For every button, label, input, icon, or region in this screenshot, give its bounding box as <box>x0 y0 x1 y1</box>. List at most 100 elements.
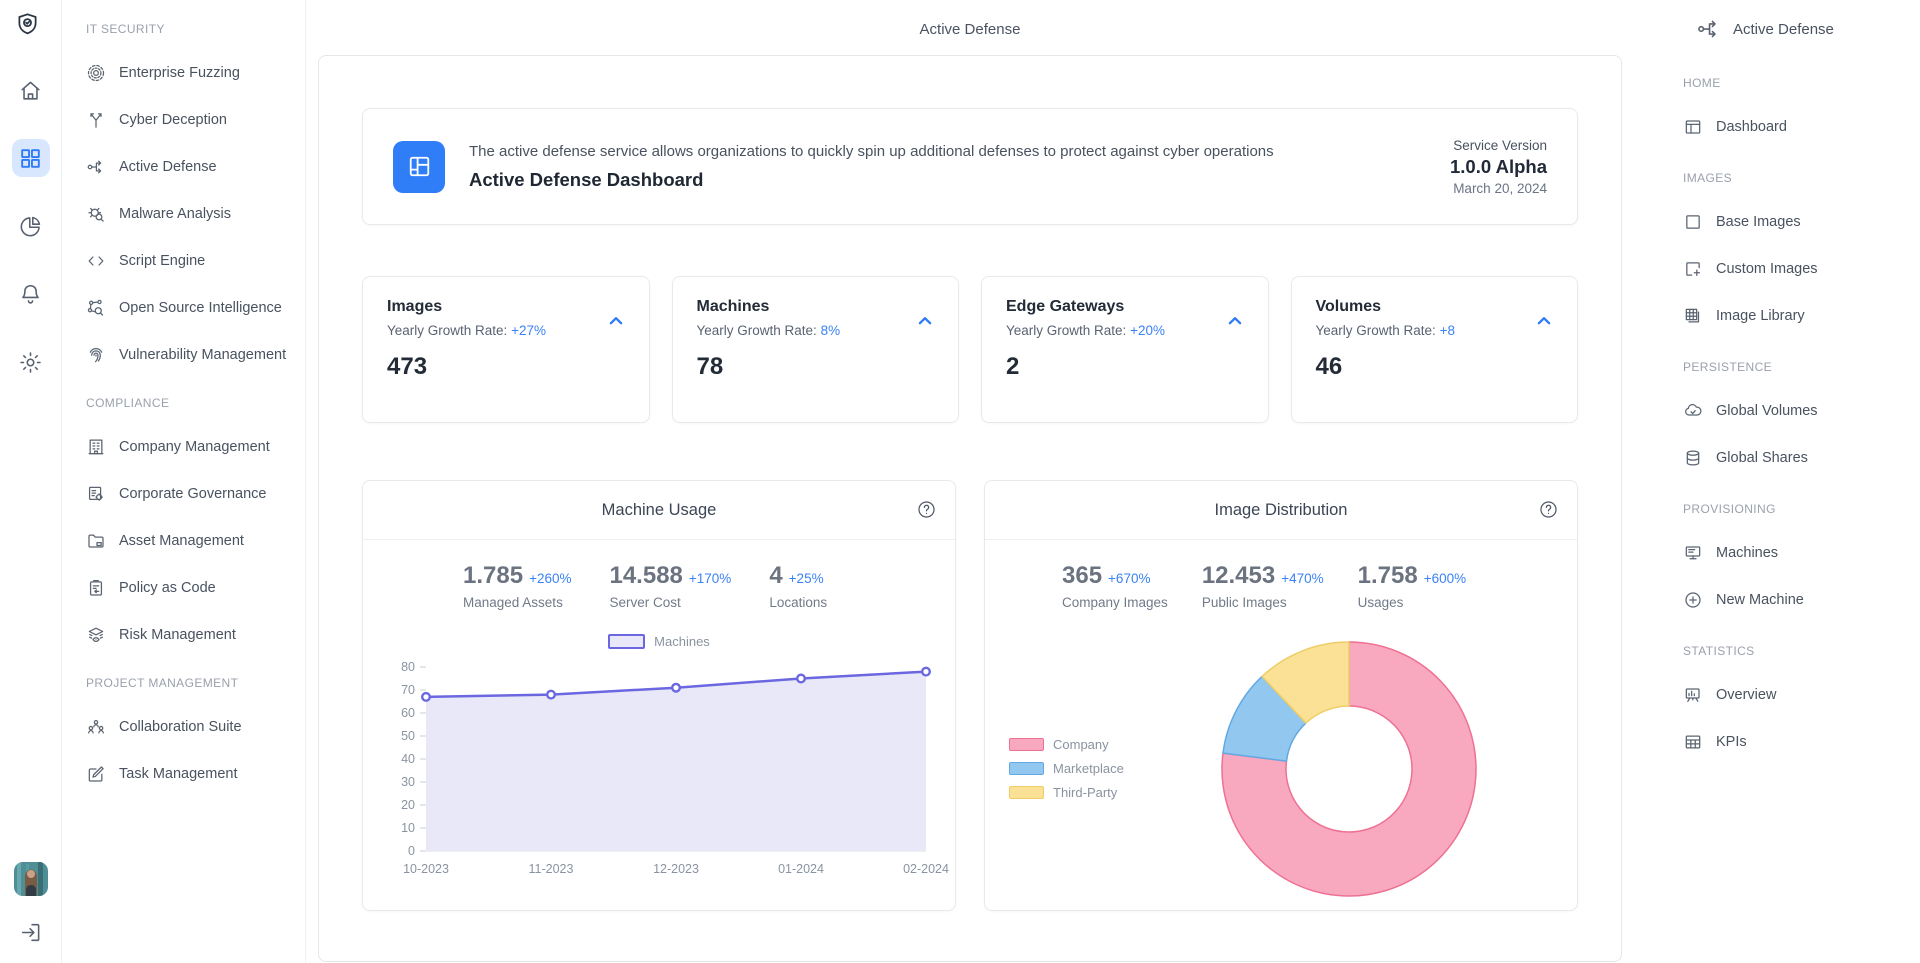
sidebar-item-risk-management[interactable]: Risk Management <box>86 625 305 645</box>
stat-label: Public Images <box>1202 595 1324 610</box>
nav-item-label: Collaboration Suite <box>119 719 242 735</box>
nav-item-label: Custom Images <box>1716 261 1818 277</box>
stat-value: 1.758+600% <box>1358 562 1466 590</box>
stat-cards-row: ImagesYearly Growth Rate: +27%473 Machine… <box>362 276 1578 423</box>
home-icon[interactable] <box>12 71 50 109</box>
svg-text:80: 80 <box>401 660 415 674</box>
legend-item-marketplace[interactable]: Marketplace <box>1009 761 1124 776</box>
fingerprint-icon <box>86 345 106 365</box>
gear-icon <box>18 350 43 375</box>
apps-grid-icon[interactable] <box>12 139 50 177</box>
right-nav-item-machines[interactable]: Machines <box>1683 543 1920 563</box>
stat-card-title: Machines <box>697 298 935 316</box>
right-nav-item-global-volumes[interactable]: Global Volumes <box>1683 401 1920 421</box>
nav-item-label: Open Source Intelligence <box>119 300 282 316</box>
help-icon[interactable] <box>1538 499 1559 520</box>
dashboard-tile-icon <box>393 141 445 193</box>
right-sidebar-brand[interactable]: Active Defense <box>1696 16 1920 42</box>
sidebar-item-cyber-deception[interactable]: Cyber Deception <box>86 110 305 130</box>
sidebar-item-task-management[interactable]: Task Management <box>86 764 305 784</box>
right-nav-section-home: HOME <box>1683 76 1920 90</box>
nav-item-label: KPIs <box>1716 734 1747 750</box>
logout-icon[interactable] <box>12 913 50 951</box>
stat-card-growth-value: 8% <box>821 323 841 338</box>
legend-item-third-party[interactable]: Third-Party <box>1009 785 1124 800</box>
nav-item-label: Risk Management <box>119 627 236 643</box>
chevron-up-icon[interactable] <box>914 310 936 332</box>
right-nav-item-global-shares[interactable]: Global Shares <box>1683 448 1920 468</box>
stat-label: Usages <box>1358 595 1466 610</box>
sidebar-item-vulnerability-management[interactable]: Vulnerability Management <box>86 345 305 365</box>
sidebar-item-company-management[interactable]: Company Management <box>86 437 305 457</box>
nav-item-label: Cyber Deception <box>119 112 227 128</box>
stat-card-edge-gateways: Edge GatewaysYearly Growth Rate: +20%2 <box>981 276 1269 423</box>
right-sidebar: Active Defense HOMEDashboardIMAGESBase I… <box>1623 0 1920 963</box>
stat-value: 365+670% <box>1062 562 1168 590</box>
help-icon[interactable] <box>916 499 937 520</box>
sidebar-item-active-defense[interactable]: Active Defense <box>86 157 305 177</box>
svg-text:02-2024: 02-2024 <box>903 862 949 876</box>
stat-card-growth: Yearly Growth Rate: +20% <box>1006 323 1244 338</box>
stat-value: 12.453+470% <box>1202 562 1324 590</box>
sidebar-item-enterprise-fuzzing[interactable]: Enterprise Fuzzing <box>86 63 305 83</box>
nav-item-label: Asset Management <box>119 533 244 549</box>
legend-item-company[interactable]: Company <box>1009 737 1124 752</box>
image-distribution-donut-chart <box>1209 629 1489 909</box>
nav-item-label: Dashboard <box>1716 119 1787 135</box>
sidebar-item-corporate-governance[interactable]: Corporate Governance <box>86 484 305 504</box>
stat-card-value: 2 <box>1006 353 1244 381</box>
square-icon <box>1683 212 1703 232</box>
left-sidebar: IT SECURITYEnterprise FuzzingCyber Decep… <box>62 0 306 963</box>
nav-item-label: Task Management <box>119 766 237 782</box>
clipboard-icon <box>86 578 106 598</box>
banner-title: Active Defense Dashboard <box>469 169 1274 191</box>
stat-percent: +600% <box>1424 571 1466 586</box>
table-icon <box>1683 732 1703 752</box>
svg-text:20: 20 <box>401 798 415 812</box>
grid-icon <box>18 146 43 171</box>
server-icon <box>1683 543 1703 563</box>
right-nav-item-dashboard[interactable]: Dashboard <box>1683 117 1920 137</box>
pie-chart-icon[interactable] <box>12 207 50 245</box>
app-logo-shield-icon <box>15 12 46 43</box>
chevron-up-icon[interactable] <box>605 310 627 332</box>
sidebar-item-asset-management[interactable]: Asset Management <box>86 531 305 551</box>
chevron-up-icon[interactable] <box>1224 310 1246 332</box>
sidebar-item-malware-analysis[interactable]: Malware Analysis <box>86 204 305 224</box>
flow-icon <box>86 157 106 177</box>
nav-item-label: Overview <box>1716 687 1776 703</box>
right-nav-item-custom-images[interactable]: Custom Images <box>1683 259 1920 279</box>
stat-card-title: Images <box>387 298 625 316</box>
machine-usage-line-chart: 0102030405060708010-202311-202312-202301… <box>386 655 932 895</box>
right-nav-item-image-library[interactable]: Image Library <box>1683 306 1920 326</box>
stat-label: Company Images <box>1062 595 1168 610</box>
sidebar-item-open-source-intelligence[interactable]: Open Source Intelligence <box>86 298 305 318</box>
nav-item-label: Malware Analysis <box>119 206 231 222</box>
sidebar-item-script-engine[interactable]: Script Engine <box>86 251 305 271</box>
image-library-icon <box>1683 306 1703 326</box>
sidebar-item-collaboration-suite[interactable]: Collaboration Suite <box>86 717 305 737</box>
svg-text:40: 40 <box>401 752 415 766</box>
legend-label: Third-Party <box>1053 785 1117 800</box>
sidebar-item-policy-as-code[interactable]: Policy as Code <box>86 578 305 598</box>
chevron-up-icon[interactable] <box>1533 310 1555 332</box>
right-nav-item-new-machine[interactable]: New Machine <box>1683 590 1920 610</box>
svg-text:10-2023: 10-2023 <box>403 862 449 876</box>
nav-item-label: Company Management <box>119 439 270 455</box>
database-icon <box>1683 448 1703 468</box>
layers-eye-icon <box>86 625 106 645</box>
right-nav-item-kpis[interactable]: KPIs <box>1683 732 1920 752</box>
right-nav-section-persistence: PERSISTENCE <box>1683 360 1920 374</box>
right-nav-item-overview[interactable]: Overview <box>1683 685 1920 705</box>
bell-icon[interactable] <box>12 275 50 313</box>
service-version-label: Service Version <box>1450 138 1547 153</box>
avatar[interactable] <box>14 862 48 896</box>
machine-usage-title: Machine Usage <box>602 501 717 520</box>
dashboard-tile-icon <box>406 153 433 180</box>
image-distribution-stats: 365+670% Company Images 12.453+470% Public … <box>985 540 1577 610</box>
stat-card-images: ImagesYearly Growth Rate: +27%473 <box>362 276 650 423</box>
right-nav-item-base-images[interactable]: Base Images <box>1683 212 1920 232</box>
branch-icon <box>86 110 106 130</box>
gear-icon[interactable] <box>12 343 50 381</box>
nav-item-label: Script Engine <box>119 253 205 269</box>
